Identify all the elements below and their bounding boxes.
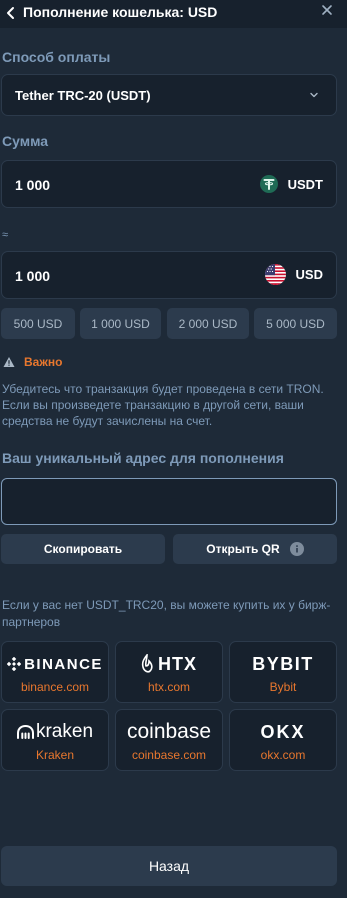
info-icon[interactable] (289, 542, 304, 556)
kraken-link[interactable]: Kraken (2, 748, 108, 762)
payment-method-label: Способ оплаты (2, 49, 111, 65)
htx-link[interactable]: htx.com (116, 680, 222, 694)
address-label: Ваш уникальный адрес для пополнения (2, 450, 284, 466)
amount-label: Сумма (2, 133, 49, 149)
quick-amount-5000[interactable]: 5 000 USD (254, 308, 337, 339)
kraken-logo: kraken (2, 720, 108, 744)
open-qr-label: Открыть QR (206, 542, 280, 556)
fiat-currency-code: USD (295, 267, 323, 282)
kraken-icon (16, 724, 34, 739)
exchange-tile-coinbase[interactable]: coinbase coinbase.com (115, 709, 223, 771)
fiat-amount-value: 1 000 (15, 268, 51, 284)
binance-link[interactable]: binance.com (2, 680, 108, 694)
quick-amount-500[interactable]: 500 USD (1, 308, 75, 339)
payment-method-value: Tether TRC-20 (USDT) (15, 88, 151, 103)
crypto-amount-value: 1 000 (15, 177, 51, 193)
exchange-tile-bybit[interactable]: BYBIT Bybit (229, 641, 337, 703)
warning-heading: Важно (3, 355, 62, 369)
bybit-wordmark: BYBIT (252, 653, 314, 674)
modal-header: Пополнение кошелька: USD (0, 0, 347, 28)
htx-wordmark: HTX (158, 653, 197, 674)
fiat-currency: USD (264, 264, 323, 285)
exchange-tile-okx[interactable]: OKX okx.com (229, 709, 337, 771)
okx-logo: OKX (230, 720, 336, 744)
arrow-left-icon[interactable] (4, 5, 18, 21)
binance-wordmark: BINANCE (24, 655, 103, 673)
fiat-amount-input[interactable]: 1 000 USD (1, 251, 337, 299)
crypto-currency-code: USDT (287, 176, 323, 192)
bybit-link[interactable]: Bybit (230, 680, 336, 694)
chevron-down-icon (310, 92, 318, 98)
warning-title: Важно (24, 355, 63, 369)
binance-icon (7, 657, 22, 671)
open-qr-button[interactable]: Открыть QR (173, 534, 337, 564)
quick-amount-2000[interactable]: 2 000 USD (167, 308, 249, 339)
approx-symbol: ≈ (2, 229, 9, 241)
deposit-address-field[interactable] (1, 478, 337, 525)
kraken-wordmark: kraken (35, 721, 94, 742)
copy-address-button[interactable]: Скопировать (1, 534, 165, 564)
bybit-logo: BYBIT (230, 652, 336, 676)
modal-title: Пополнение кошелька: USD (23, 4, 218, 20)
close-icon[interactable] (320, 3, 334, 17)
flame-icon (141, 654, 153, 673)
binance-logo: BINANCE (2, 652, 108, 676)
us-flag-icon (264, 264, 286, 285)
coinbase-link[interactable]: coinbase.com (116, 748, 222, 762)
warning-icon (3, 357, 15, 367)
exchange-tile-kraken[interactable]: kraken Kraken (1, 709, 109, 771)
coinbase-logo: coinbase (116, 720, 222, 744)
partners-note: Если у вас нет USDT_TRC20, вы можете куп… (2, 598, 331, 629)
okx-wordmark: OKX (260, 721, 306, 742)
warning-text: Убедитесь что транзакция будет проведена… (2, 382, 324, 428)
crypto-amount-input[interactable]: 1 000 USDT (1, 160, 337, 208)
crypto-currency: USDT (259, 175, 323, 193)
copy-button-label: Скопировать (43, 542, 123, 556)
payment-method-select[interactable]: Tether TRC-20 (USDT) (1, 74, 337, 116)
exchange-tile-binance[interactable]: BINANCE binance.com (1, 641, 109, 703)
quick-amount-1000[interactable]: 1 000 USD (80, 308, 161, 339)
exchange-tile-htx[interactable]: HTX htx.com (115, 641, 223, 703)
back-button-label: Назад (148, 858, 190, 874)
coinbase-wordmark: coinbase (126, 720, 212, 743)
htx-logo: HTX (116, 652, 222, 676)
okx-link[interactable]: okx.com (230, 748, 336, 762)
tether-icon (259, 175, 278, 193)
back-button[interactable]: Назад (1, 846, 337, 886)
